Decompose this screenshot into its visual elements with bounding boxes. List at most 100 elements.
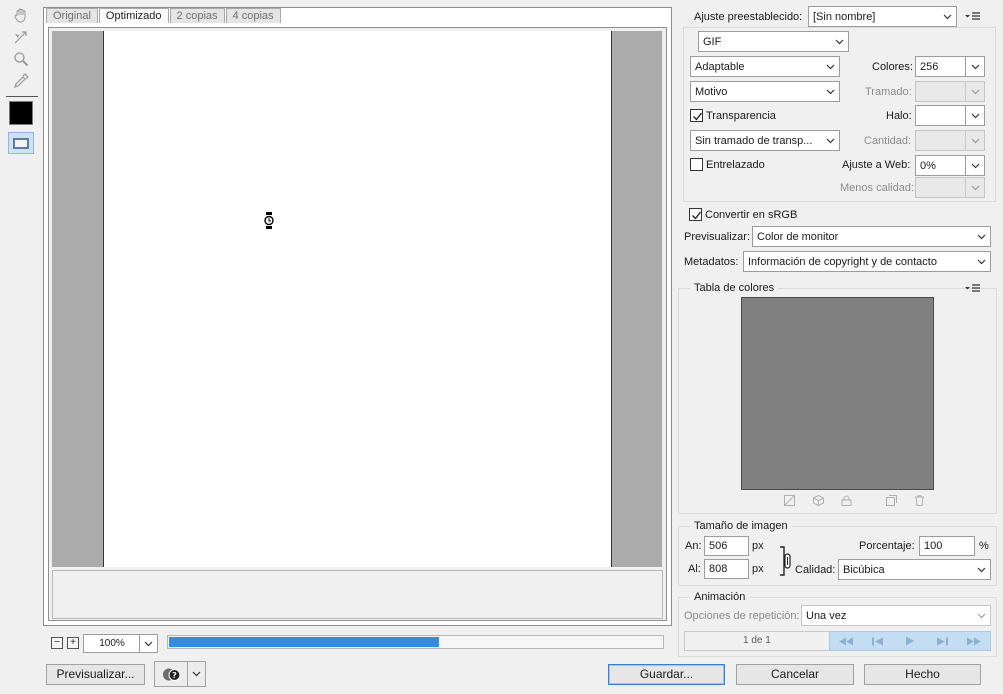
slice-select-tool-icon[interactable]	[10, 27, 32, 47]
percent-unit: %	[979, 540, 989, 552]
chevron-down-icon	[965, 156, 984, 175]
map-to-transparent-icon	[784, 495, 795, 506]
cancel-button[interactable]: Cancelar	[736, 664, 854, 685]
height-unit: px	[752, 563, 764, 575]
quality-value: Bicúbica	[843, 564, 885, 576]
percent-label: Porcentaje:	[859, 540, 915, 552]
width-unit: px	[752, 540, 764, 552]
toolbox-divider	[6, 96, 38, 97]
last-frame-icon[interactable]	[958, 632, 990, 650]
matte-combo[interactable]	[915, 105, 985, 126]
preview-mode-select[interactable]: Color de monitor	[752, 226, 991, 247]
dither-label: Tramado:	[865, 86, 912, 98]
width-value: 506	[709, 540, 728, 552]
chevron-down-icon	[965, 178, 984, 197]
chevron-down-icon	[977, 567, 986, 573]
convert-srgb-label: Convertir en sRGB	[705, 209, 798, 221]
chevron-down-icon	[965, 131, 984, 150]
chevron-down-icon	[826, 64, 835, 70]
chevron-down-icon	[943, 14, 952, 20]
tab-4-up[interactable]: 4 copias	[225, 8, 281, 23]
first-frame-icon[interactable]	[830, 632, 862, 650]
previous-frame-icon[interactable]	[862, 632, 894, 650]
format-value: GIF	[703, 36, 722, 48]
zoom-tool-icon[interactable]	[10, 49, 32, 69]
save-button[interactable]: Guardar...	[608, 664, 725, 685]
play-icon[interactable]	[894, 632, 926, 650]
preset-menu-icon[interactable]	[965, 12, 981, 22]
chevron-down-icon	[977, 613, 986, 619]
zoom-level-select[interactable]: 100%	[83, 634, 158, 653]
hand-tool-icon[interactable]	[10, 5, 32, 25]
cursor-icon	[264, 212, 274, 229]
metadata-select[interactable]: Información de copyright y de contacto	[743, 251, 991, 272]
web-snap-combo[interactable]: 0%	[915, 155, 985, 176]
lossy-label: Menos calidad:	[840, 182, 914, 194]
transparency-dither-value: Sin tramado de transp...	[695, 135, 813, 147]
tab-original[interactable]: Original	[46, 8, 98, 23]
colors-value: 256	[920, 61, 939, 73]
format-select[interactable]: GIF	[698, 31, 849, 52]
view-tabs: Original Optimizado 2 copias 4 copias	[46, 8, 282, 23]
tab-optimized[interactable]: Optimizado	[98, 8, 169, 23]
height-value: 808	[709, 563, 728, 575]
web-shift-icon	[813, 494, 824, 507]
interlaced-label: Entrelazado	[706, 159, 765, 171]
width-label: An:	[685, 540, 702, 552]
chevron-down-icon	[965, 106, 984, 125]
color-reduction-select[interactable]: Adaptable	[690, 56, 840, 77]
eyedropper-tool-icon[interactable]	[10, 71, 32, 91]
chevron-down-icon	[965, 82, 984, 101]
dither-algorithm-value: Motivo	[695, 86, 728, 98]
zoom-in-button[interactable]: +	[67, 637, 79, 649]
lock-color-icon	[841, 495, 852, 506]
lossy-combo	[915, 177, 985, 198]
zoom-out-button[interactable]: −	[51, 637, 63, 649]
next-frame-icon[interactable]	[926, 632, 958, 650]
tab-2-up[interactable]: 2 copias	[169, 8, 225, 23]
preview-mode-label: Previsualizar:	[684, 231, 751, 243]
image-preview[interactable]	[103, 31, 612, 567]
height-input[interactable]: 808	[704, 559, 749, 579]
width-input[interactable]: 506	[704, 536, 749, 556]
loop-options-value: Una vez	[806, 610, 847, 622]
transparency-dither-select[interactable]: Sin tramado de transp...	[690, 130, 840, 151]
dither-algorithm-select[interactable]: Motivo	[690, 81, 840, 102]
image-size-title: Tamaño de imagen	[690, 520, 792, 532]
web-snap-label: Ajuste a Web:	[842, 159, 911, 171]
color-table-menu-icon[interactable]	[965, 284, 981, 294]
preset-label: Ajuste preestablecido:	[694, 11, 803, 23]
loop-options-label: Opciones de repetición:	[684, 610, 800, 622]
transparency-label: Transparencia	[706, 110, 776, 122]
color-reduction-value: Adaptable	[695, 61, 745, 73]
frame-counter: 1 de 1	[743, 635, 771, 646]
optimization-info-area	[52, 570, 663, 619]
constrain-proportions-link-icon[interactable]	[780, 546, 792, 576]
delete-color-icon	[914, 495, 925, 506]
frame-controls	[829, 631, 991, 651]
loop-options-select: Una vez	[801, 605, 991, 626]
zoom-level-value: 100%	[99, 638, 125, 649]
svg-text:?: ?	[172, 671, 177, 680]
chevron-down-icon	[835, 39, 844, 45]
preset-select[interactable]: [Sin nombre]	[808, 6, 957, 27]
progress-fill	[169, 637, 440, 647]
toggle-slices-visibility-icon[interactable]	[8, 132, 34, 154]
convert-srgb-checkbox[interactable]	[689, 208, 702, 221]
eyedropper-color-swatch[interactable]	[9, 101, 33, 125]
done-button[interactable]: Hecho	[864, 664, 981, 685]
chevron-down-icon	[187, 662, 205, 686]
animation-title: Animación	[690, 591, 750, 603]
percent-input[interactable]: 100	[919, 536, 975, 556]
interlaced-checkbox[interactable]	[690, 158, 703, 171]
help-menu-button[interactable]: ?	[154, 661, 206, 687]
chevron-down-icon	[977, 234, 986, 240]
quality-select[interactable]: Bicúbica	[838, 559, 991, 580]
color-table-swatches[interactable]	[741, 297, 934, 490]
transparency-checkbox[interactable]	[690, 109, 703, 122]
optimization-progress-bar	[167, 635, 664, 649]
new-color-icon	[886, 495, 897, 506]
height-label: Al:	[688, 563, 701, 575]
colors-combo[interactable]: 256	[915, 56, 985, 77]
preview-in-browser-button[interactable]: Previsualizar...	[46, 664, 145, 685]
